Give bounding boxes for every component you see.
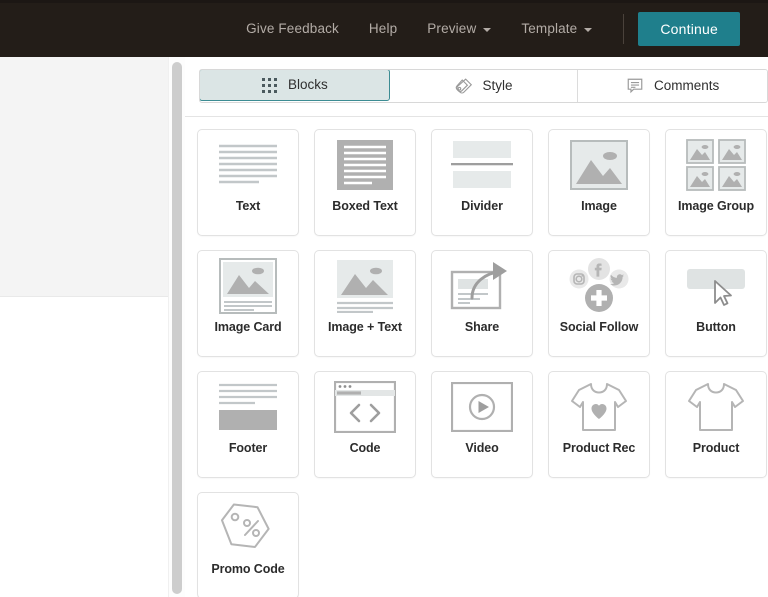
nav-give-feedback[interactable]: Give Feedback <box>231 21 354 36</box>
block-card-promo-code[interactable]: Promo Code <box>197 492 299 597</box>
image-card-icon <box>198 251 298 321</box>
builder-side-panel: Blocks Style Comments Text Boxed Text Di… <box>185 57 768 597</box>
block-card-image[interactable]: Image <box>548 129 650 236</box>
block-card-image-group[interactable]: Image Group <box>665 129 767 236</box>
block-label: Divider <box>461 199 503 213</box>
share-arrow-icon <box>432 251 532 321</box>
image-group-icon <box>666 130 766 200</box>
button-cursor-icon <box>666 251 766 321</box>
block-card-product[interactable]: Product <box>665 371 767 478</box>
topbar-edge <box>0 0 768 3</box>
block-label: Image Group <box>678 199 754 213</box>
block-label: Button <box>696 320 736 334</box>
block-card-footer[interactable]: Footer <box>197 371 299 478</box>
social-follow-icon <box>549 251 649 321</box>
continue-button[interactable]: Continue <box>638 11 740 46</box>
boxed-text-icon <box>315 130 415 200</box>
price-tag-percent-icon <box>198 493 298 563</box>
panel-divider <box>185 116 768 117</box>
block-label: Image <box>581 199 617 213</box>
block-card-code[interactable]: Code <box>314 371 416 478</box>
chevron-down-icon <box>483 27 492 32</box>
video-play-icon <box>432 372 532 442</box>
grid-icon <box>261 77 278 94</box>
top-nav-items: Give Feedback Help Preview Template Cont… <box>231 11 768 46</box>
block-label: Footer <box>228 441 268 455</box>
block-card-button[interactable]: Button <box>665 250 767 357</box>
nav-template-label: Template <box>521 21 578 36</box>
block-card-boxed-text[interactable]: Boxed Text <box>314 129 416 236</box>
email-builder-app: Give Feedback Help Preview Template Cont… <box>0 0 768 597</box>
text-lines-icon <box>198 130 298 200</box>
block-label: Product <box>692 441 740 455</box>
nav-help[interactable]: Help <box>354 21 412 36</box>
block-label: Product Rec <box>562 441 636 455</box>
tab-style[interactable]: Style <box>388 70 579 102</box>
code-window-icon <box>315 372 415 442</box>
block-card-divider[interactable]: Divider <box>431 129 533 236</box>
block-label: Video <box>465 441 499 455</box>
blocks-grid: Text Boxed Text Divider Image Image Grou… <box>197 129 768 597</box>
block-card-share[interactable]: Share <box>431 250 533 357</box>
tab-blocks[interactable]: Blocks <box>200 70 390 101</box>
panel-tabs: Blocks Style Comments <box>199 69 768 103</box>
block-card-video[interactable]: Video <box>431 371 533 478</box>
block-label: Text <box>235 199 261 213</box>
block-card-image-text[interactable]: Image + Text <box>314 250 416 357</box>
block-label: Social Follow <box>559 320 639 334</box>
canvas-scrollbar-track[interactable] <box>168 57 185 597</box>
speech-bubble-icon <box>626 77 644 95</box>
block-card-text[interactable]: Text <box>197 129 299 236</box>
nav-help-label: Help <box>368 21 398 36</box>
nav-template[interactable]: Template <box>506 21 607 36</box>
top-navigation-bar: Give Feedback Help Preview Template Cont… <box>0 0 768 57</box>
block-card-product-rec[interactable]: Product Rec <box>548 371 650 478</box>
tshirt-icon <box>666 372 766 442</box>
block-label: Promo Code <box>211 562 285 576</box>
tab-comments-label: Comments <box>654 78 720 94</box>
image-text-icon <box>315 251 415 321</box>
block-label: Share <box>464 320 500 334</box>
email-canvas-pane[interactable] <box>0 57 172 597</box>
block-label: Image Card <box>214 320 282 334</box>
canvas-content-block[interactable] <box>0 57 172 297</box>
chevron-down-icon <box>584 27 593 32</box>
footer-icon <box>198 372 298 442</box>
tab-style-label: Style <box>482 78 513 94</box>
nav-divider <box>623 13 625 44</box>
block-label: Code <box>349 441 381 455</box>
nav-preview-label: Preview <box>427 21 477 36</box>
nav-give-feedback-label: Give Feedback <box>246 21 339 36</box>
block-label: Boxed Text <box>332 199 398 213</box>
paint-tag-icon <box>454 77 473 96</box>
tab-blocks-label: Blocks <box>287 77 328 93</box>
block-label: Image + Text <box>328 320 402 334</box>
block-card-social-follow[interactable]: Social Follow <box>548 250 650 357</box>
block-card-image-card[interactable]: Image Card <box>197 250 299 357</box>
nav-preview[interactable]: Preview <box>412 21 506 36</box>
image-icon <box>549 130 649 200</box>
tshirt-heart-icon <box>549 372 649 442</box>
divider-icon <box>432 130 532 200</box>
tab-comments[interactable]: Comments <box>578 70 767 102</box>
canvas-scrollbar-thumb[interactable] <box>172 62 182 594</box>
